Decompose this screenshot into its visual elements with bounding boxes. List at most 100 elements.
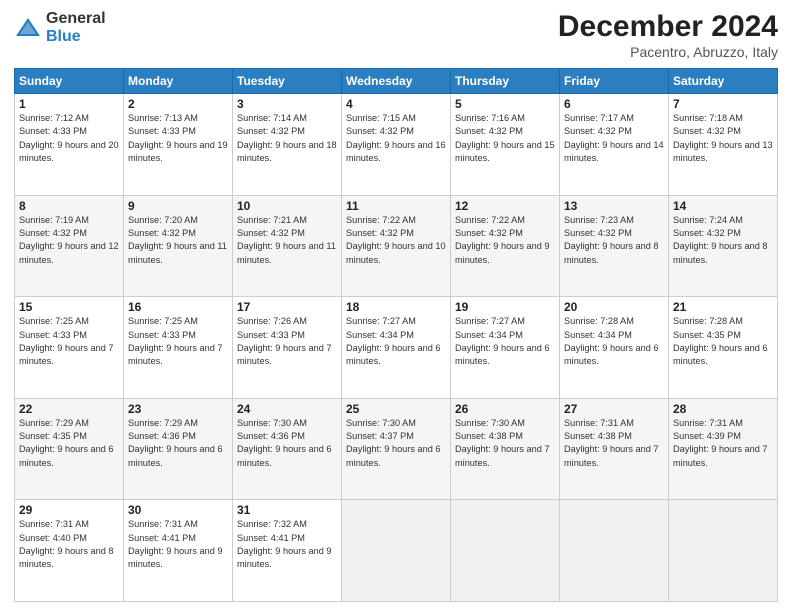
day-info: Sunrise: 7:32 AMSunset: 4:41 PMDaylight:… <box>237 518 337 571</box>
day-number: 20 <box>564 300 664 314</box>
table-row <box>451 500 560 602</box>
day-number: 1 <box>19 97 119 111</box>
table-row: 8Sunrise: 7:19 AMSunset: 4:32 PMDaylight… <box>15 195 124 297</box>
day-info: Sunrise: 7:31 AMSunset: 4:39 PMDaylight:… <box>673 417 773 470</box>
col-saturday: Saturday <box>669 69 778 94</box>
table-row: 7Sunrise: 7:18 AMSunset: 4:32 PMDaylight… <box>669 94 778 196</box>
table-row: 6Sunrise: 7:17 AMSunset: 4:32 PMDaylight… <box>560 94 669 196</box>
col-sunday: Sunday <box>15 69 124 94</box>
day-info: Sunrise: 7:30 AMSunset: 4:38 PMDaylight:… <box>455 417 555 470</box>
day-number: 15 <box>19 300 119 314</box>
day-info: Sunrise: 7:19 AMSunset: 4:32 PMDaylight:… <box>19 214 119 267</box>
table-row: 14Sunrise: 7:24 AMSunset: 4:32 PMDayligh… <box>669 195 778 297</box>
day-number: 23 <box>128 402 228 416</box>
day-info: Sunrise: 7:25 AMSunset: 4:33 PMDaylight:… <box>19 315 119 368</box>
header: General Blue December 2024 Pacentro, Abr… <box>14 10 778 60</box>
day-number: 9 <box>128 199 228 213</box>
table-row <box>342 500 451 602</box>
table-row <box>669 500 778 602</box>
day-number: 11 <box>346 199 446 213</box>
table-row: 16Sunrise: 7:25 AMSunset: 4:33 PMDayligh… <box>124 297 233 399</box>
day-info: Sunrise: 7:27 AMSunset: 4:34 PMDaylight:… <box>346 315 446 368</box>
col-friday: Friday <box>560 69 669 94</box>
day-number: 24 <box>237 402 337 416</box>
day-number: 26 <box>455 402 555 416</box>
day-info: Sunrise: 7:20 AMSunset: 4:32 PMDaylight:… <box>128 214 228 267</box>
table-row <box>560 500 669 602</box>
calendar-row: 15Sunrise: 7:25 AMSunset: 4:33 PMDayligh… <box>15 297 778 399</box>
day-info: Sunrise: 7:24 AMSunset: 4:32 PMDaylight:… <box>673 214 773 267</box>
day-info: Sunrise: 7:27 AMSunset: 4:34 PMDaylight:… <box>455 315 555 368</box>
day-number: 14 <box>673 199 773 213</box>
day-info: Sunrise: 7:30 AMSunset: 4:37 PMDaylight:… <box>346 417 446 470</box>
calendar-row: 8Sunrise: 7:19 AMSunset: 4:32 PMDaylight… <box>15 195 778 297</box>
logo-general: General <box>46 10 106 28</box>
table-row: 5Sunrise: 7:16 AMSunset: 4:32 PMDaylight… <box>451 94 560 196</box>
logo-icon <box>14 14 42 42</box>
day-info: Sunrise: 7:22 AMSunset: 4:32 PMDaylight:… <box>346 214 446 267</box>
table-row: 23Sunrise: 7:29 AMSunset: 4:36 PMDayligh… <box>124 398 233 500</box>
day-number: 19 <box>455 300 555 314</box>
day-number: 30 <box>128 503 228 517</box>
day-info: Sunrise: 7:13 AMSunset: 4:33 PMDaylight:… <box>128 112 228 165</box>
logo-blue: Blue <box>46 28 106 46</box>
table-row: 9Sunrise: 7:20 AMSunset: 4:32 PMDaylight… <box>124 195 233 297</box>
day-info: Sunrise: 7:25 AMSunset: 4:33 PMDaylight:… <box>128 315 228 368</box>
table-row: 28Sunrise: 7:31 AMSunset: 4:39 PMDayligh… <box>669 398 778 500</box>
day-number: 27 <box>564 402 664 416</box>
calendar: Sunday Monday Tuesday Wednesday Thursday… <box>14 68 778 602</box>
table-row: 13Sunrise: 7:23 AMSunset: 4:32 PMDayligh… <box>560 195 669 297</box>
table-row: 30Sunrise: 7:31 AMSunset: 4:41 PMDayligh… <box>124 500 233 602</box>
logo: General Blue <box>14 10 106 45</box>
day-info: Sunrise: 7:23 AMSunset: 4:32 PMDaylight:… <box>564 214 664 267</box>
table-row: 27Sunrise: 7:31 AMSunset: 4:38 PMDayligh… <box>560 398 669 500</box>
day-info: Sunrise: 7:15 AMSunset: 4:32 PMDaylight:… <box>346 112 446 165</box>
day-number: 3 <box>237 97 337 111</box>
table-row: 11Sunrise: 7:22 AMSunset: 4:32 PMDayligh… <box>342 195 451 297</box>
day-info: Sunrise: 7:31 AMSunset: 4:38 PMDaylight:… <box>564 417 664 470</box>
table-row: 18Sunrise: 7:27 AMSunset: 4:34 PMDayligh… <box>342 297 451 399</box>
day-number: 8 <box>19 199 119 213</box>
day-info: Sunrise: 7:31 AMSunset: 4:41 PMDaylight:… <box>128 518 228 571</box>
col-thursday: Thursday <box>451 69 560 94</box>
col-tuesday: Tuesday <box>233 69 342 94</box>
table-row: 19Sunrise: 7:27 AMSunset: 4:34 PMDayligh… <box>451 297 560 399</box>
table-row: 21Sunrise: 7:28 AMSunset: 4:35 PMDayligh… <box>669 297 778 399</box>
day-number: 31 <box>237 503 337 517</box>
day-number: 16 <box>128 300 228 314</box>
page: General Blue December 2024 Pacentro, Abr… <box>0 0 792 612</box>
table-row: 1Sunrise: 7:12 AMSunset: 4:33 PMDaylight… <box>15 94 124 196</box>
table-row: 3Sunrise: 7:14 AMSunset: 4:32 PMDaylight… <box>233 94 342 196</box>
col-monday: Monday <box>124 69 233 94</box>
day-number: 12 <box>455 199 555 213</box>
col-wednesday: Wednesday <box>342 69 451 94</box>
day-info: Sunrise: 7:30 AMSunset: 4:36 PMDaylight:… <box>237 417 337 470</box>
day-info: Sunrise: 7:28 AMSunset: 4:34 PMDaylight:… <box>564 315 664 368</box>
day-info: Sunrise: 7:16 AMSunset: 4:32 PMDaylight:… <box>455 112 555 165</box>
day-info: Sunrise: 7:12 AMSunset: 4:33 PMDaylight:… <box>19 112 119 165</box>
table-row: 15Sunrise: 7:25 AMSunset: 4:33 PMDayligh… <box>15 297 124 399</box>
day-number: 5 <box>455 97 555 111</box>
day-info: Sunrise: 7:26 AMSunset: 4:33 PMDaylight:… <box>237 315 337 368</box>
table-row: 12Sunrise: 7:22 AMSunset: 4:32 PMDayligh… <box>451 195 560 297</box>
table-row: 29Sunrise: 7:31 AMSunset: 4:40 PMDayligh… <box>15 500 124 602</box>
calendar-row: 22Sunrise: 7:29 AMSunset: 4:35 PMDayligh… <box>15 398 778 500</box>
table-row: 17Sunrise: 7:26 AMSunset: 4:33 PMDayligh… <box>233 297 342 399</box>
day-info: Sunrise: 7:21 AMSunset: 4:32 PMDaylight:… <box>237 214 337 267</box>
calendar-header-row: Sunday Monday Tuesday Wednesday Thursday… <box>15 69 778 94</box>
calendar-row: 29Sunrise: 7:31 AMSunset: 4:40 PMDayligh… <box>15 500 778 602</box>
table-row: 31Sunrise: 7:32 AMSunset: 4:41 PMDayligh… <box>233 500 342 602</box>
day-number: 17 <box>237 300 337 314</box>
day-number: 2 <box>128 97 228 111</box>
table-row: 10Sunrise: 7:21 AMSunset: 4:32 PMDayligh… <box>233 195 342 297</box>
day-info: Sunrise: 7:29 AMSunset: 4:36 PMDaylight:… <box>128 417 228 470</box>
day-number: 13 <box>564 199 664 213</box>
day-number: 7 <box>673 97 773 111</box>
month-title: December 2024 <box>558 10 778 44</box>
logo-text: General Blue <box>46 10 106 45</box>
day-number: 6 <box>564 97 664 111</box>
title-block: December 2024 Pacentro, Abruzzo, Italy <box>558 10 778 60</box>
table-row: 24Sunrise: 7:30 AMSunset: 4:36 PMDayligh… <box>233 398 342 500</box>
day-number: 28 <box>673 402 773 416</box>
day-number: 22 <box>19 402 119 416</box>
